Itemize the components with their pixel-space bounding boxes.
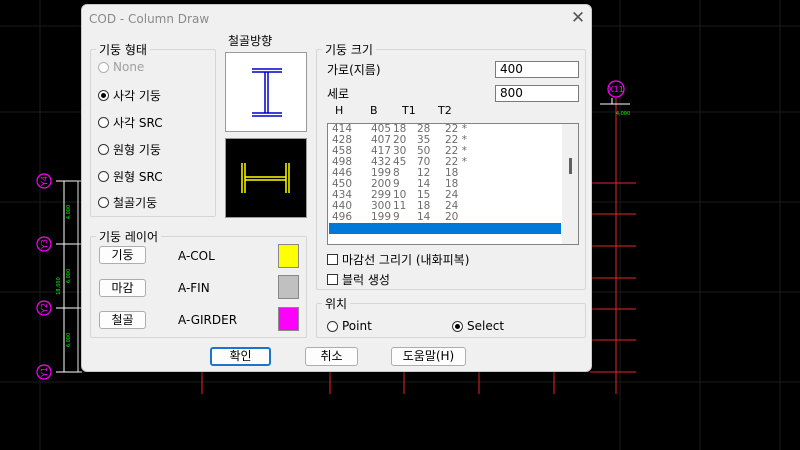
layer-color-col[interactable]	[278, 244, 299, 268]
dim-text: 6,000	[66, 333, 72, 347]
radio-round-src[interactable]: 원형 SRC	[98, 168, 163, 185]
dim-text: 4,000	[616, 111, 630, 117]
checkbox-label: 마감선 그리기 (내화피복)	[342, 253, 470, 267]
layer-name-girder: A-GIRDER	[178, 313, 238, 327]
width-label: 가로(지름)	[327, 63, 381, 77]
scrollbar-thumb[interactable]	[569, 158, 572, 174]
column-header-t1: T1	[402, 104, 416, 117]
layer-column-button[interactable]: 기둥	[99, 246, 146, 264]
table-cell: 10	[393, 222, 407, 234]
dialog-title: COD - Column Draw	[89, 12, 210, 26]
column-draw-dialog: COD - Column Draw ✕ 기둥 형태 None 사각 기둥 사각 …	[81, 4, 592, 372]
radio-dot	[98, 90, 109, 101]
axis-label-y2: Y2	[40, 303, 49, 314]
radio-select[interactable]: Select	[452, 319, 504, 333]
radio-dot	[98, 197, 109, 208]
layer-steel-button[interactable]: 철골	[99, 311, 146, 329]
layer-color-girder[interactable]	[278, 307, 299, 331]
table-row[interactable]: 500 200 10 16 20	[329, 223, 561, 234]
h-beam-vertical-icon	[252, 68, 282, 117]
radio-label: None	[113, 60, 145, 74]
close-icon[interactable]: ✕	[568, 8, 588, 28]
radio-steel-column[interactable]: 철골기둥	[98, 194, 157, 211]
radio-dot	[327, 320, 338, 332]
axis-label-y3: Y3	[40, 239, 49, 250]
radio-none[interactable]: None	[98, 60, 144, 74]
radio-label: 사각 SRC	[113, 116, 163, 130]
dim-text: 18,000	[56, 277, 62, 295]
radio-label: 철골기둥	[113, 196, 158, 210]
help-button[interactable]: 도움말(H)	[391, 347, 466, 366]
radio-dot	[452, 320, 463, 332]
radio-label: Point	[342, 319, 372, 333]
table-cell: 500	[332, 222, 353, 234]
table-cell: 20	[445, 222, 459, 234]
checkbox-box	[327, 274, 338, 285]
radio-dot	[98, 144, 109, 155]
steel-direction-label: 철골방향	[228, 34, 273, 48]
radio-label: 사각 기둥	[113, 89, 161, 103]
axis-label-y1: Y1	[40, 367, 49, 378]
radio-point[interactable]: Point	[327, 319, 372, 333]
h-beam-horizontal-icon	[241, 163, 290, 193]
checkbox-label: 블럭 생성	[342, 273, 390, 287]
radio-dot	[98, 171, 109, 182]
radio-label: 원형 SRC	[113, 170, 163, 184]
cancel-button[interactable]: 취소	[305, 347, 358, 366]
steel-direction-horizontal[interactable]	[225, 138, 307, 218]
dim-text: 6,000	[66, 269, 72, 283]
column-header-b: B	[370, 104, 378, 117]
radio-square-column[interactable]: 사각 기둥	[98, 87, 161, 104]
ok-button[interactable]: 확인	[210, 347, 271, 366]
radio-label: Select	[467, 319, 505, 333]
radio-label: 원형 기둥	[113, 143, 161, 157]
position-legend: 위치	[325, 297, 348, 311]
table-cell: 16	[417, 222, 431, 234]
layer-color-fin[interactable]	[278, 275, 299, 299]
steel-direction-vertical[interactable]	[225, 52, 307, 132]
width-input[interactable]: 400	[495, 61, 579, 78]
radio-dot	[98, 61, 109, 73]
axis-label-x11: X11	[608, 85, 624, 94]
radio-square-src[interactable]: 사각 SRC	[98, 114, 163, 131]
radio-dot	[98, 117, 109, 128]
layer-name-fin: A-FIN	[178, 281, 210, 295]
column-size-legend: 기둥 크기	[325, 43, 373, 57]
list-scrollbar[interactable]	[562, 124, 578, 244]
finish-line-checkbox[interactable]: 마감선 그리기 (내화피복)	[327, 251, 469, 268]
layer-name-col: A-COL	[178, 249, 215, 263]
height-input[interactable]: 800	[495, 85, 579, 102]
column-header-h: H	[335, 104, 344, 117]
column-header-t2: T2	[438, 104, 452, 117]
layer-finish-button[interactable]: 마감	[99, 279, 146, 297]
height-label: 세로	[327, 87, 350, 101]
column-type-legend: 기둥 형태	[99, 43, 147, 57]
section-size-list[interactable]: 414 405 18 28 22 * 428 407 20 35 22 * 458 417 30 50 22…	[327, 123, 579, 245]
radio-round-column[interactable]: 원형 기둥	[98, 141, 161, 158]
block-create-checkbox[interactable]: 블럭 생성	[327, 271, 390, 288]
dim-text: 4,000	[66, 205, 72, 219]
column-layer-legend: 기둥 레이어	[99, 230, 159, 244]
checkbox-box	[327, 254, 338, 265]
axis-label-y4: Y4	[40, 176, 49, 187]
table-cell: 200	[371, 222, 392, 234]
